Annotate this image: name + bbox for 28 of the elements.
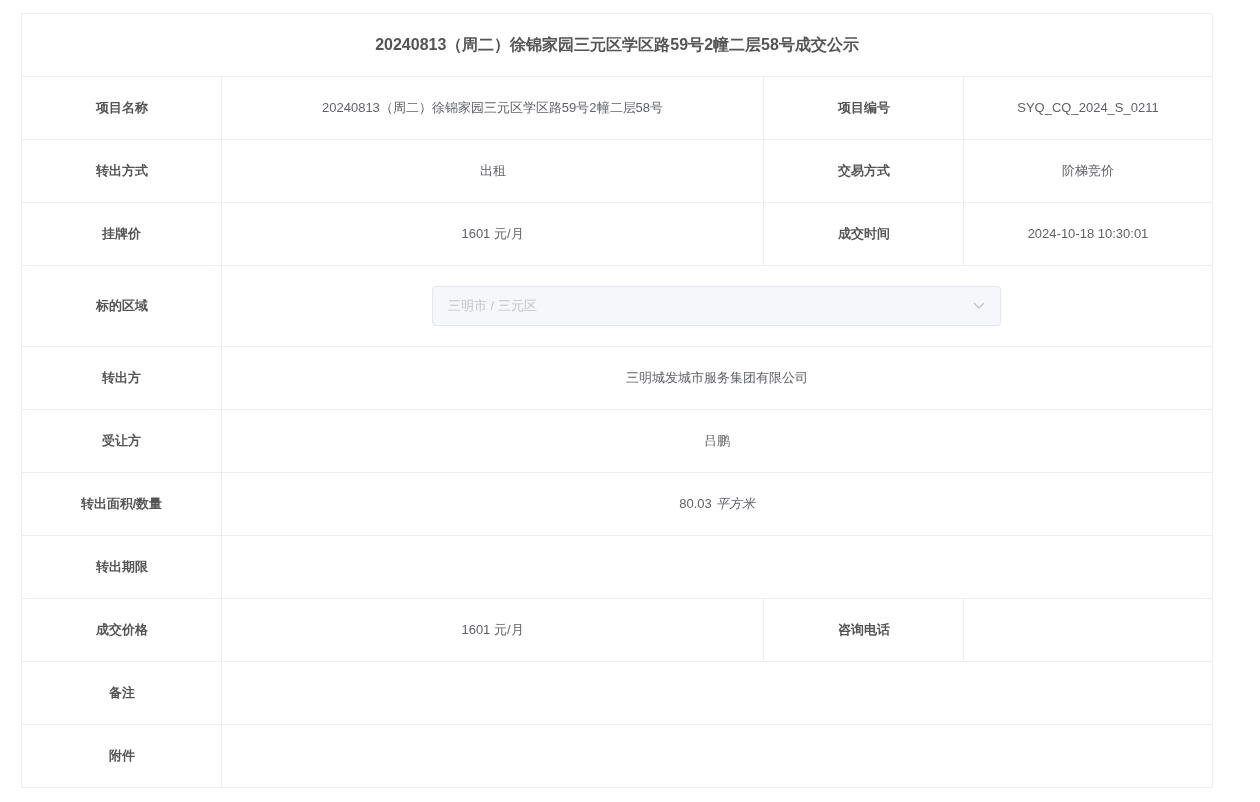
field-value: 三明城发城市服务集团有限公司: [626, 369, 808, 388]
field-value: 20240813（周二）徐锦家园三元区学区路59号2幢二层58号: [322, 99, 663, 118]
field-label: 标的区域: [95, 297, 148, 316]
field-value: 吕鹏: [704, 432, 730, 451]
field-label: 受让方: [102, 432, 141, 451]
field-label: 转出期限: [95, 558, 148, 577]
field-value: 1601 元/月: [461, 621, 524, 640]
field-value: 阶梯竞价: [1062, 162, 1114, 181]
field-label: 咨询电话: [837, 621, 890, 640]
field-label: 转出方式: [95, 162, 148, 181]
field-value: SYQ_CQ_2024_S_0211: [1017, 99, 1159, 118]
field-label: 备注: [108, 684, 135, 703]
field-label: 转出方: [102, 369, 141, 388]
field-value: 出租: [479, 162, 506, 181]
field-value: 1601 元/月: [461, 225, 524, 244]
field-label: 项目编号: [837, 99, 890, 118]
field-label: 项目名称: [95, 99, 148, 118]
field-value: 2024-10-18 10:30:01: [1027, 225, 1149, 244]
field-label: 成交价格: [95, 621, 148, 640]
field-value: 80.03: [679, 495, 712, 514]
field-label: 附件: [108, 747, 135, 766]
field-label: 转出面积/数量: [80, 495, 163, 514]
field-label: 成交时间: [837, 225, 890, 244]
table-title: 20240813（周二）徐锦家园三元区学区路59号2幢二层58号成交公示: [375, 35, 859, 55]
field-label: 挂牌价: [102, 225, 141, 244]
unit-text: 平方米: [715, 495, 755, 514]
chevron-down-icon: [973, 302, 985, 310]
field-label: 交易方式: [837, 162, 890, 181]
